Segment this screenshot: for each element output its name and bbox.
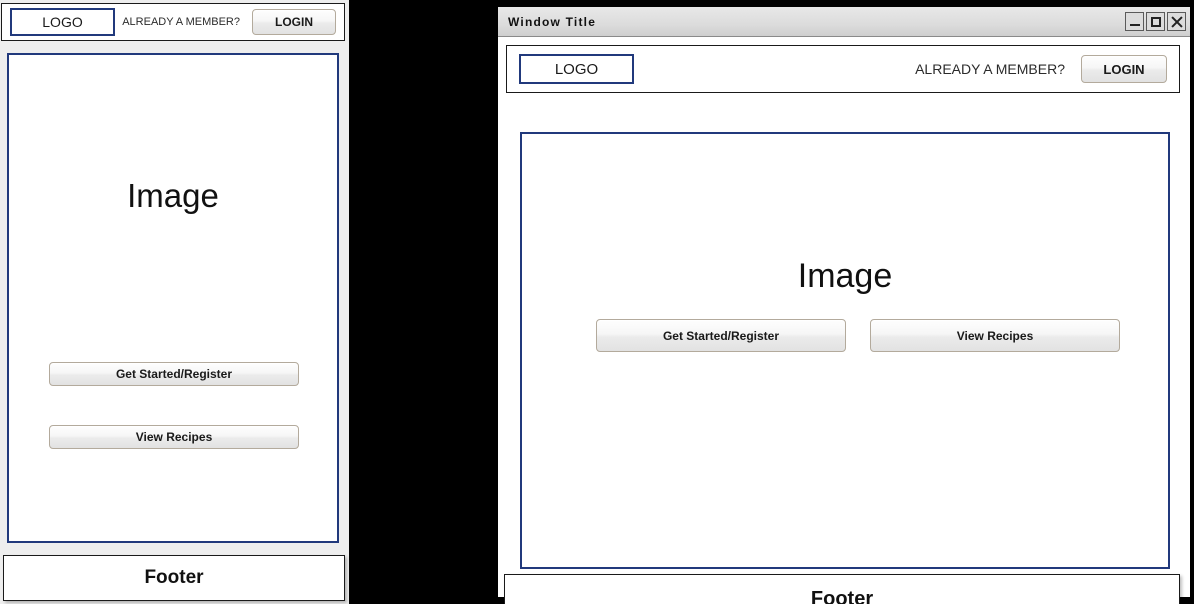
desktop-member-prompt: ALREADY A MEMBER? bbox=[915, 61, 1065, 77]
mobile-get-started-button[interactable]: Get Started/Register bbox=[49, 362, 299, 386]
desktop-image-placeholder: Image bbox=[797, 257, 893, 295]
window-title: Window Title bbox=[508, 14, 597, 29]
desktop-view-recipes-button[interactable]: View Recipes bbox=[870, 319, 1120, 352]
mobile-content-area: Image Get Started/Register View Recipes bbox=[7, 53, 339, 543]
window-titlebar[interactable]: Window Title bbox=[498, 7, 1190, 37]
desktop-login-button[interactable]: LOGIN bbox=[1081, 55, 1167, 83]
window-controls-group bbox=[1125, 12, 1186, 31]
desktop-get-started-button[interactable]: Get Started/Register bbox=[596, 319, 846, 352]
mobile-wireframe-panel: LOGO ALREADY A MEMBER? LOGIN Image Get S… bbox=[0, 0, 350, 604]
mobile-image-placeholder: Image bbox=[127, 177, 219, 214]
mobile-site-header: LOGO ALREADY A MEMBER? LOGIN bbox=[1, 3, 345, 41]
desktop-site-header: LOGO ALREADY A MEMBER? LOGIN bbox=[506, 45, 1180, 93]
wireframe-canvas: LOGO ALREADY A MEMBER? LOGIN Image Get S… bbox=[0, 0, 1194, 604]
mobile-logo[interactable]: LOGO bbox=[10, 8, 115, 36]
desktop-window-body: LOGO ALREADY A MEMBER? LOGIN Image Get S… bbox=[498, 37, 1190, 604]
mobile-view-recipes-button[interactable]: View Recipes bbox=[49, 425, 299, 449]
mobile-member-prompt: ALREADY A MEMBER? bbox=[122, 16, 240, 28]
mobile-login-button[interactable]: LOGIN bbox=[252, 9, 336, 35]
desktop-content-area: Image Get Started/Register View Recipes bbox=[520, 132, 1170, 569]
desktop-wireframe-window: Window Title LOGO ALREADY A MEMBER? LOGI… bbox=[497, 6, 1191, 604]
desktop-footer: Footer bbox=[504, 574, 1180, 604]
minimize-icon[interactable] bbox=[1125, 12, 1144, 31]
mobile-header-right-group: ALREADY A MEMBER? LOGIN bbox=[122, 9, 336, 35]
mobile-footer: Footer bbox=[3, 555, 345, 601]
desktop-header-right-group: ALREADY A MEMBER? LOGIN bbox=[915, 55, 1167, 83]
close-icon[interactable] bbox=[1167, 12, 1186, 31]
desktop-logo[interactable]: LOGO bbox=[519, 54, 634, 84]
maximize-icon[interactable] bbox=[1146, 12, 1165, 31]
